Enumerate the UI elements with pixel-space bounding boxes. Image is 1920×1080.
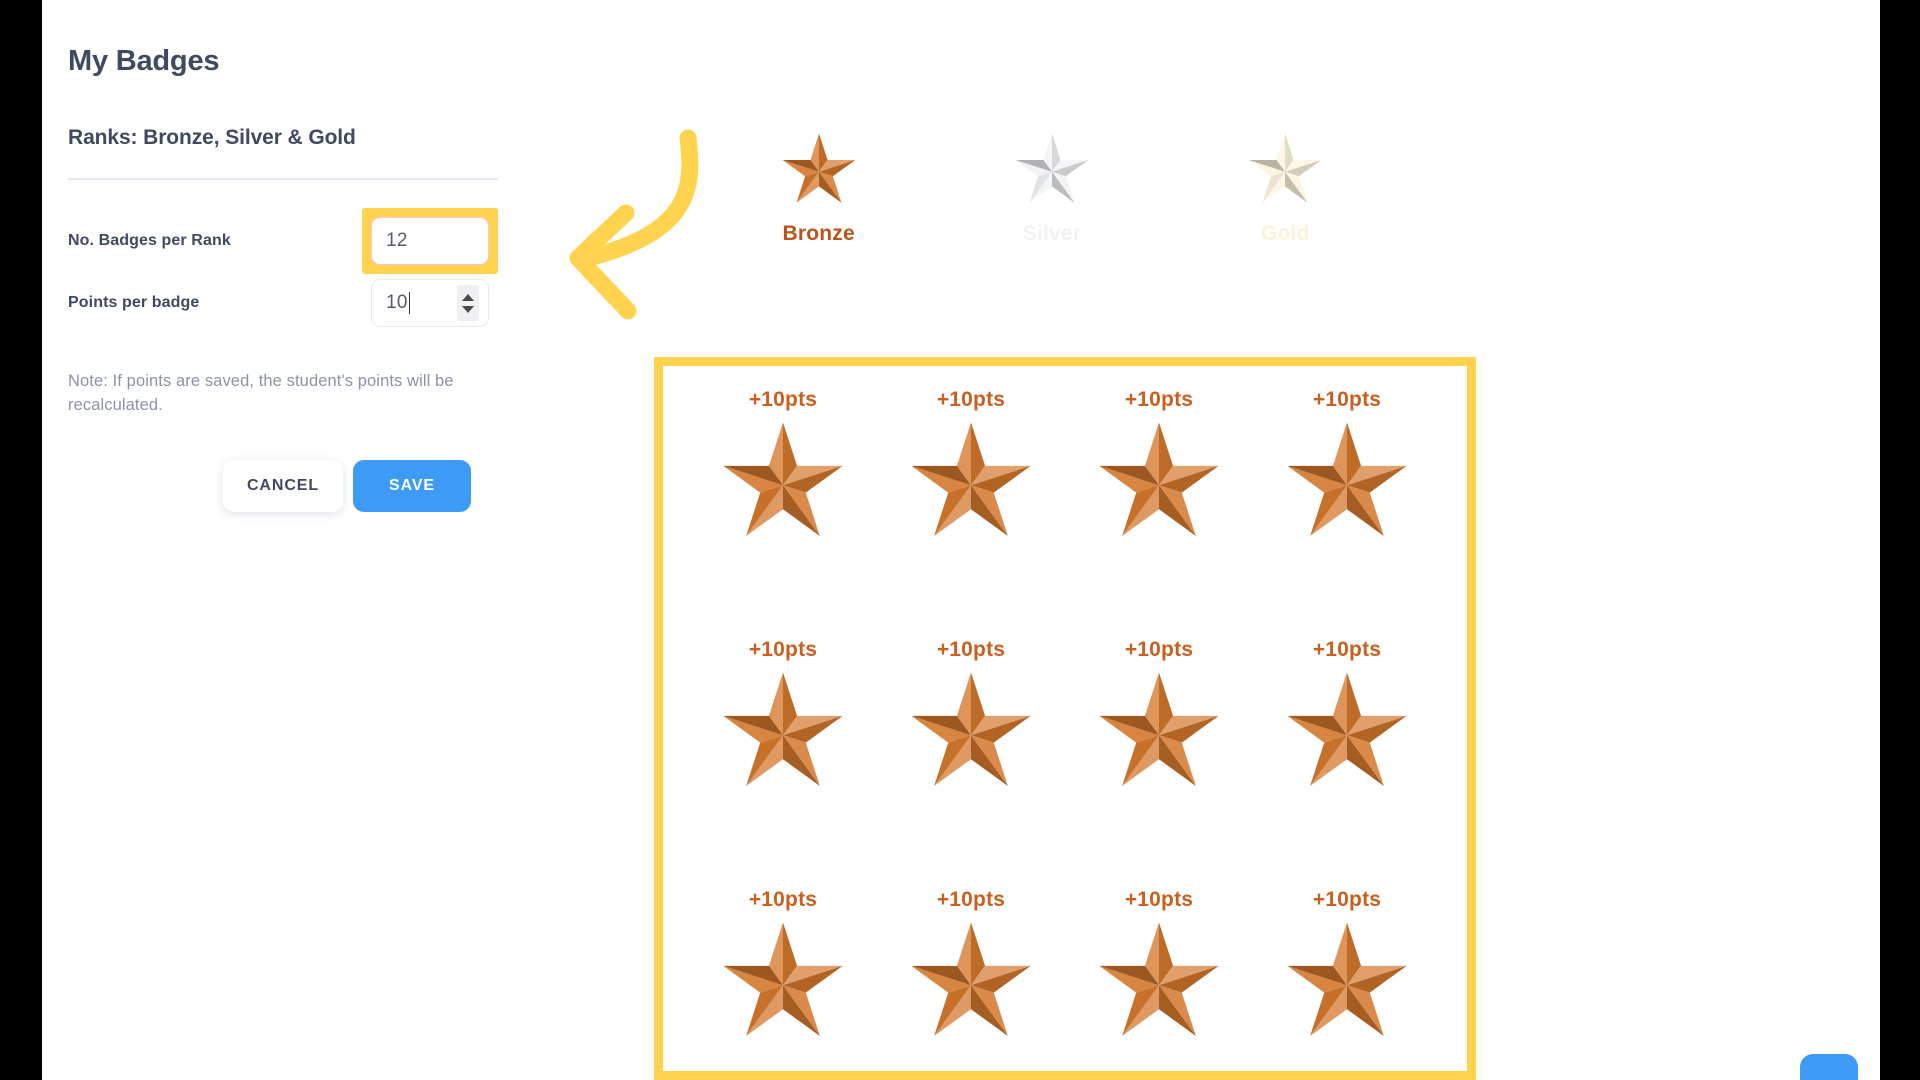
star-icon-badge xyxy=(911,922,1031,1037)
badge-cell[interactable]: +10pts xyxy=(907,388,1035,638)
badges-per-rank-value: 12 xyxy=(386,230,408,252)
star-icon-badge xyxy=(911,672,1031,787)
save-button[interactable]: SAVE xyxy=(353,459,471,512)
star-icon-badge xyxy=(1099,922,1219,1037)
rank-gold[interactable]: Gold xyxy=(1169,130,1402,246)
badge-cell[interactable]: +10pts xyxy=(1095,638,1223,888)
panel-divider xyxy=(68,178,498,181)
page-title: My Badges xyxy=(68,45,220,77)
form-row-points-per-badge: Points per badge 10 xyxy=(68,272,498,334)
badges-per-rank-label: No. Badges per Rank xyxy=(68,232,231,250)
badge-points-label: +10pts xyxy=(936,638,1006,661)
star-icon-badge xyxy=(911,422,1031,537)
star-icon-gold xyxy=(1248,133,1322,203)
page-root: My Badges Ranks: Bronze, Silver & Gold N… xyxy=(0,0,1920,1080)
star-icon-badge xyxy=(723,422,843,537)
floating-action-button[interactable] xyxy=(1800,1054,1858,1080)
badge-cell[interactable]: +10pts xyxy=(1283,388,1411,638)
badges-per-rank-input[interactable]: 12 xyxy=(371,217,489,266)
badge-points-label: +10pts xyxy=(1124,638,1194,661)
app-canvas: My Badges Ranks: Bronze, Silver & Gold N… xyxy=(42,0,1880,1080)
badge-points-label: +10pts xyxy=(748,388,818,411)
star-icon-badge xyxy=(1099,422,1219,537)
badge-points-label: +10pts xyxy=(1312,638,1382,661)
star-icon-badge xyxy=(1287,672,1407,787)
star-icon-badge xyxy=(723,922,843,1037)
ranks-row: Bronze Silver Gold xyxy=(702,130,1402,246)
badge-cell[interactable]: +10pts xyxy=(1095,888,1223,1080)
badge-points-label: +10pts xyxy=(1312,388,1382,411)
badge-points-label: +10pts xyxy=(748,638,818,661)
badge-cell[interactable]: +10pts xyxy=(1095,388,1223,638)
badge-cell[interactable]: +10pts xyxy=(719,388,847,638)
star-icon-badge xyxy=(1099,672,1219,787)
rank-label: Bronze xyxy=(782,222,855,245)
badge-grid-highlight-frame: +10pts +10pts +10pts +10pts +10pts +10pts +10p… xyxy=(654,357,1476,1080)
badge-grid: +10pts +10pts +10pts +10pts +10pts +10pts +10p… xyxy=(663,366,1467,1071)
text-caret xyxy=(408,292,411,315)
recalculation-note: Note: If points are saved, the student's… xyxy=(68,372,454,414)
badge-points-label: +10pts xyxy=(1124,888,1194,911)
star-icon-badge xyxy=(1287,922,1407,1037)
badge-cell[interactable]: +10pts xyxy=(907,638,1035,888)
points-per-badge-input[interactable]: 10 xyxy=(371,279,489,328)
rank-label: Gold xyxy=(1261,222,1310,245)
star-icon-bronze xyxy=(782,133,856,203)
badge-points-label: +10pts xyxy=(936,388,1006,411)
rank-bronze[interactable]: Bronze xyxy=(702,130,935,246)
badge-cell[interactable]: +10pts xyxy=(1283,888,1411,1080)
stepper-increment-icon[interactable] xyxy=(462,293,474,301)
rank-silver[interactable]: Silver xyxy=(935,130,1168,246)
badge-cell[interactable]: +10pts xyxy=(907,888,1035,1080)
star-icon-badge xyxy=(723,672,843,787)
badge-points-label: +10pts xyxy=(748,888,818,911)
star-icon-silver xyxy=(1015,133,1089,203)
points-per-badge-label: Points per badge xyxy=(68,294,200,312)
cancel-button[interactable]: CANCEL xyxy=(223,459,343,512)
badge-cell[interactable]: +10pts xyxy=(1283,638,1411,888)
badge-cell[interactable]: +10pts xyxy=(719,638,847,888)
rank-label: Silver xyxy=(1022,222,1082,245)
badge-points-label: +10pts xyxy=(1124,388,1194,411)
star-icon-badge xyxy=(1287,422,1407,537)
ranks-subtitle: Ranks: Bronze, Silver & Gold xyxy=(68,125,356,149)
right-letterbox-bar xyxy=(1880,0,1920,1080)
badge-points-label: +10pts xyxy=(936,888,1006,911)
form-row-badges-per-rank: No. Badges per Rank 12 xyxy=(68,208,498,275)
points-per-badge-value: 10 xyxy=(386,292,408,314)
rank-star-slot xyxy=(780,130,858,212)
badge-settings-panel: My Badges Ranks: Bronze, Silver & Gold N… xyxy=(68,45,538,512)
rank-star-slot xyxy=(1246,130,1324,212)
badges-per-rank-highlight: 12 xyxy=(362,208,498,275)
badge-points-label: +10pts xyxy=(1312,888,1382,911)
points-stepper[interactable] xyxy=(457,285,479,322)
form-actions: CANCEL SAVE xyxy=(223,459,538,512)
rank-star-slot xyxy=(1013,130,1091,212)
left-letterbox-bar xyxy=(0,0,42,1080)
badge-cell[interactable]: +10pts xyxy=(719,888,847,1080)
stepper-decrement-icon[interactable] xyxy=(462,305,474,313)
